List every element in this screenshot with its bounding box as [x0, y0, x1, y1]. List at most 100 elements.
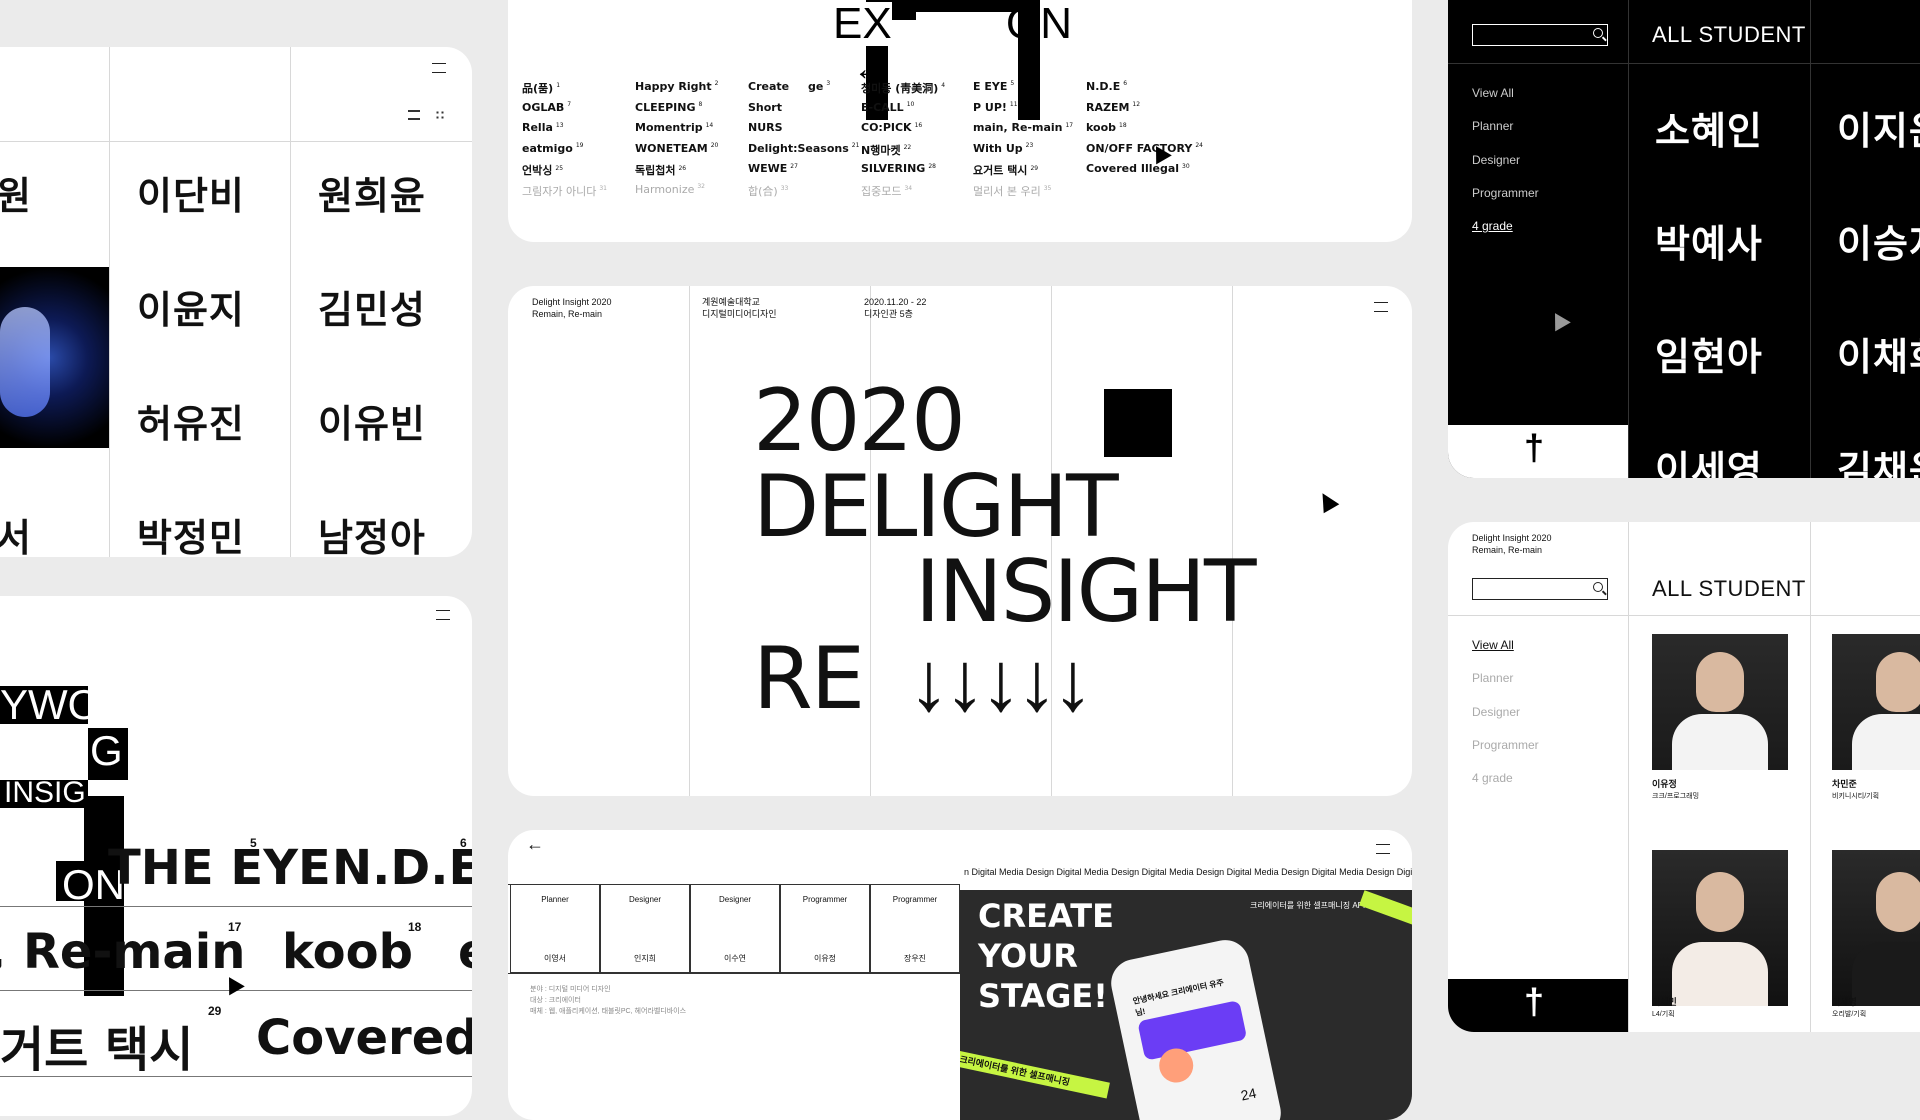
project-item[interactable]: CLEEPING 8 [635, 101, 702, 114]
project-name[interactable]: N.D.E [332, 840, 472, 896]
filter-planner[interactable]: Planner [1472, 671, 1513, 685]
project-name[interactable]: , Re-main [0, 924, 245, 980]
filter-programmer[interactable]: Programmer [1472, 186, 1539, 200]
student-name[interactable]: 이단비 [137, 165, 245, 220]
grid-view-icon[interactable] [435, 110, 445, 120]
project-item[interactable]: CO:PICK 16 [861, 121, 922, 134]
member-cell[interactable]: Programmer 이유정 [780, 884, 870, 973]
filter-planner[interactable]: Planner [1472, 119, 1513, 133]
project-item[interactable]: 집중모드 34 [861, 183, 912, 199]
student-photo[interactable] [1652, 634, 1788, 770]
project-item[interactable]: 멀리서 본 우리 35 [973, 183, 1051, 199]
student-name[interactable]: 김채윤 [1837, 439, 1920, 478]
filter-designer[interactable]: Designer [1472, 153, 1520, 167]
student-photo[interactable] [1832, 850, 1920, 1006]
project-item[interactable]: Create [748, 80, 792, 93]
project-item[interactable]: E-CALL 10 [861, 101, 914, 114]
search-input[interactable] [1472, 24, 1608, 46]
filter-designer[interactable]: Designer [1472, 705, 1520, 719]
student-name[interactable]: 임현아 [1655, 326, 1763, 381]
project-item[interactable]: Rella 13 [522, 121, 564, 134]
project-item[interactable]: With Up 23 [973, 142, 1033, 155]
project-item[interactable]: 요거트 택시 29 [973, 162, 1038, 178]
filter-view-all[interactable]: View All [1472, 638, 1514, 652]
student-name[interactable]: 이채민 [1652, 996, 1677, 1008]
project-item[interactable]: Harmonize 32 [635, 183, 705, 196]
student-name[interactable]: 이유빈 [318, 393, 426, 448]
project-item[interactable]: E EYE 5 [973, 80, 1014, 93]
project-item[interactable]: 그림자가 아니다 31 [522, 183, 607, 199]
logo-block[interactable]: † [1448, 425, 1628, 478]
filter-view-all[interactable]: View All [1472, 86, 1514, 100]
student-name[interactable]: 박정민 [137, 507, 245, 557]
student-name[interactable]: 이채희 [1837, 326, 1920, 381]
student-name[interactable]: 이윤지 [137, 279, 245, 334]
student-photo[interactable] [1652, 850, 1788, 1006]
menu-icon[interactable] [1376, 844, 1390, 854]
promo-panel[interactable]: CREATE YOUR STAGE! 크리에이터를 위한 셀프매니징 APP 안… [960, 890, 1412, 1120]
student-name[interactable]: 지원 [0, 165, 32, 220]
project-name[interactable]: Covered [256, 1010, 472, 1066]
project-item[interactable]: Short [748, 101, 785, 114]
project-item[interactable]: 청미동 (靑美洞) 4 [861, 80, 945, 96]
logo-block[interactable]: † [1448, 979, 1628, 1032]
search-input[interactable] [1472, 578, 1608, 600]
project-name[interactable]: koob [282, 924, 413, 980]
student-photo[interactable] [0, 267, 109, 448]
student-name[interactable]: 남정아 [318, 507, 426, 557]
menu-icon[interactable] [1374, 302, 1388, 312]
project-item[interactable]: main, Re-main 17 [973, 121, 1073, 134]
student-name[interactable]: 원희윤 [318, 165, 426, 220]
project-item[interactable]: 합(合) 33 [748, 183, 788, 199]
filter-programmer[interactable]: Programmer [1472, 738, 1539, 752]
project-name[interactable]: THE EYE [108, 840, 331, 896]
project-item[interactable]: Happy Right 2 [635, 80, 718, 93]
student-photo[interactable] [1832, 634, 1920, 770]
project-item[interactable]: 언박싱 25 [522, 162, 563, 178]
filter-4-grade[interactable]: 4 grade [1472, 219, 1513, 233]
list-view-icon[interactable] [408, 110, 420, 120]
student-name[interactable]: 김민성 [318, 279, 426, 334]
member-cell[interactable]: Programmer 장우진 [870, 884, 960, 973]
project-item[interactable]: Momentrip 14 [635, 121, 713, 134]
project-item[interactable]: 品(품) 1 [522, 80, 560, 96]
promo-headline: CREATE YOUR STAGE! [978, 897, 1114, 1015]
project-item[interactable]: WONETEAM 20 [635, 142, 718, 155]
student-name[interactable]: 차민준 [1832, 778, 1857, 790]
filter-4-grade[interactable]: 4 grade [1472, 771, 1513, 785]
project-item[interactable]: SILVERING 28 [861, 162, 936, 175]
student-name[interactable]: 이지윤 [1837, 100, 1920, 155]
project-item[interactable]: NURS [748, 121, 786, 134]
back-arrow-icon[interactable]: ← [526, 834, 544, 855]
project-item[interactable]: OGLAB 7 [522, 101, 571, 114]
project-item[interactable]: RAZEM 12 [1086, 101, 1140, 114]
student-name[interactable]: 박예사 [1655, 213, 1763, 268]
project-item[interactable]: N.D.E 6 [1086, 80, 1127, 93]
student-name[interactable]: 소혜인 [1655, 100, 1763, 155]
menu-icon[interactable] [432, 63, 446, 73]
student-role: 비키니시티/기획 [1832, 793, 1880, 800]
member-cell[interactable]: Designer 인지희 [600, 884, 690, 973]
student-name[interactable]: 허유진 [137, 393, 245, 448]
project-item[interactable]: P UP! 11 [973, 101, 1018, 114]
project-name[interactable]: e [458, 924, 472, 980]
member-cell[interactable]: Designer 이수연 [690, 884, 780, 973]
member-name: 이영서 [543, 954, 567, 963]
project-item[interactable]: N행마켓 22 [861, 142, 911, 158]
student-name[interactable]: 이세영 [1832, 996, 1857, 1008]
project-item[interactable]: Covered Illegal 30 [1086, 162, 1190, 175]
menu-icon[interactable] [436, 610, 450, 620]
project-item[interactable]: koob 18 [1086, 121, 1127, 134]
project-item[interactable]: ge 3 [808, 80, 830, 93]
project-name[interactable]: 거트 택시 [0, 1010, 193, 1080]
student-name[interactable]: 이세영 [1655, 439, 1763, 478]
member-cell[interactable]: Planner 이영서 [510, 884, 600, 973]
student-name[interactable]: 정서 [0, 507, 32, 557]
project-item[interactable]: Delight:Seasons 21 [748, 142, 859, 155]
project-item[interactable]: WEWE 27 [748, 162, 798, 175]
project-item[interactable]: 독립첩처 26 [635, 162, 686, 178]
student-name[interactable]: 이유정 [1652, 778, 1677, 790]
project-item[interactable]: ON/OFF FACTORY 24 [1086, 142, 1203, 155]
project-item[interactable]: eatmigo 19 [522, 142, 583, 155]
student-name[interactable]: 이승지 [1837, 213, 1920, 268]
